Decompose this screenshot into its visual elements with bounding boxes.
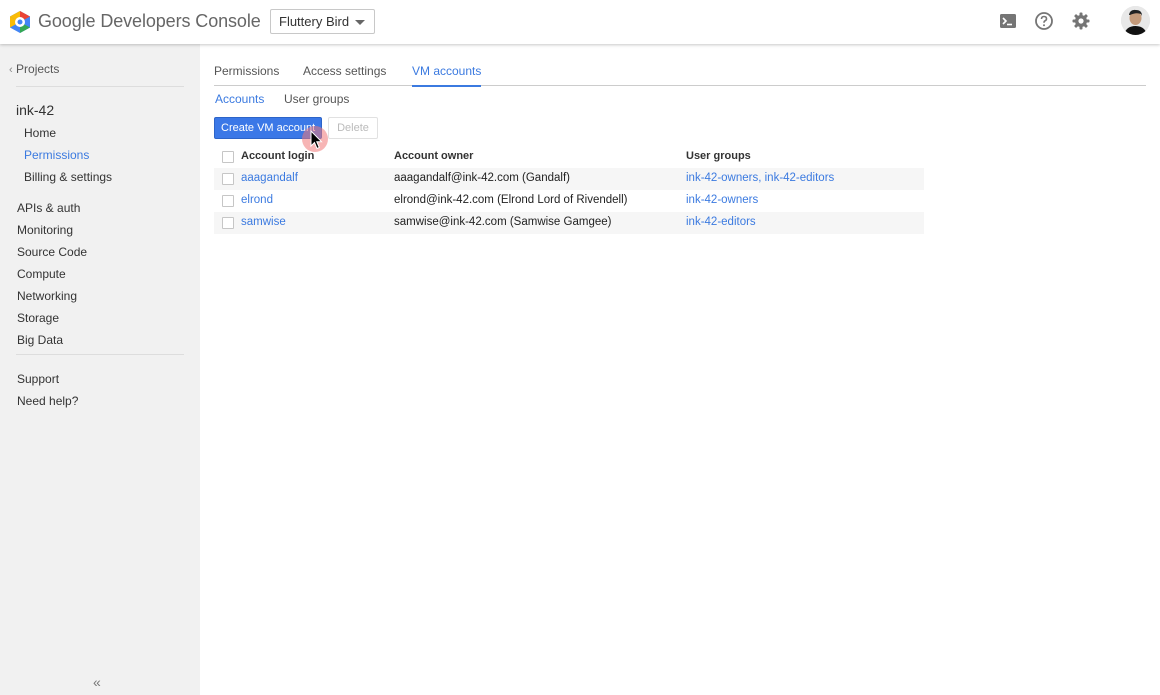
row-checkbox[interactable] [222,217,234,229]
user-groups-links[interactable]: ink-42-editors [686,216,756,228]
column-header-account-owner: Account owner [394,150,474,162]
column-header-user-groups: User groups [686,150,751,162]
sidebar-item-storage[interactable]: Storage [17,311,59,325]
sidebar-item-need-help[interactable]: Need help? [17,394,78,408]
sidebar-item-billing-settings[interactable]: Billing & settings [24,170,112,184]
account-owner: samwise@ink-42.com (Samwise Gamgee) [394,216,612,228]
account-login-link[interactable]: elrond [241,194,273,206]
sidebar-item-big-data[interactable]: Big Data [17,333,63,347]
back-to-projects-link[interactable]: ‹ Projects [9,62,59,76]
project-selector-label: Fluttery Bird [279,14,350,29]
column-header-account-login: Account login [241,150,315,162]
top-app-bar: Google Developers Console Fluttery Bird [0,0,1160,44]
tab-permissions[interactable]: Permissions [214,64,279,86]
sidebar-item-home[interactable]: Home [24,126,56,140]
user-groups-links[interactable]: ink-42-owners, ink-42-editors [686,172,834,184]
sidebar-project-name: ink-42 [16,102,55,118]
account-owner: elrond@ink-42.com (Elrond Lord of Rivend… [394,194,628,206]
delete-button[interactable]: Delete [328,117,378,139]
select-all-checkbox[interactable] [222,151,234,163]
gear-icon[interactable] [1071,11,1091,31]
account-owner: aaagandalf@ink-42.com (Gandalf) [394,172,570,184]
sidebar-item-compute[interactable]: Compute [17,267,66,281]
table-row: samwise samwise@ink-42.com (Samwise Gamg… [214,212,924,234]
sidebar-item-monitoring[interactable]: Monitoring [17,223,73,237]
user-groups-links[interactable]: ink-42-owners [686,194,758,206]
table-row: aaagandalf aaagandalf@ink-42.com (Gandal… [214,168,924,190]
sidebar-item-source-code[interactable]: Source Code [17,245,87,259]
app-title: Google Developers Console [38,11,261,31]
sidebar-divider [16,354,184,355]
sidebar-item-apis-auth[interactable]: APIs & auth [17,201,80,215]
chevron-left-icon: ‹ [9,64,13,76]
sidebar: ‹ Projects ink-42 Home Permissions Billi… [0,44,196,695]
sidebar-divider [16,86,184,87]
sidebar-item-permissions[interactable]: Permissions [24,148,89,162]
avatar-photo-icon [1121,6,1150,35]
tab-access-settings[interactable]: Access settings [303,64,386,86]
account-login-link[interactable]: samwise [241,216,286,228]
row-checkbox[interactable] [222,173,234,185]
cloud-hexagon-logo-icon[interactable] [8,10,32,34]
account-login-link[interactable]: aaagandalf [241,172,298,184]
table-header-row: Account login Account owner User groups [214,146,924,168]
help-icon[interactable] [1034,11,1054,31]
main-content: Permissions Access settings VM accounts … [200,44,1160,695]
sidebar-item-support[interactable]: Support [17,372,59,386]
back-to-projects-label: Projects [16,62,60,76]
user-avatar[interactable] [1121,6,1150,35]
table-row: elrond elrond@ink-42.com (Elrond Lord of… [214,190,924,212]
tab-bar: Permissions Access settings VM accounts [214,64,1146,87]
tab-vm-accounts[interactable]: VM accounts [412,64,482,87]
row-checkbox[interactable] [222,195,234,207]
chevron-down-icon [355,20,365,25]
sidebar-item-networking[interactable]: Networking [17,289,77,303]
subtab-user-groups[interactable]: User groups [284,92,349,106]
collapse-sidebar-icon[interactable]: « [93,674,101,690]
terminal-icon[interactable] [998,11,1018,31]
project-selector[interactable]: Fluttery Bird [270,9,375,34]
subtab-accounts[interactable]: Accounts [215,92,264,106]
